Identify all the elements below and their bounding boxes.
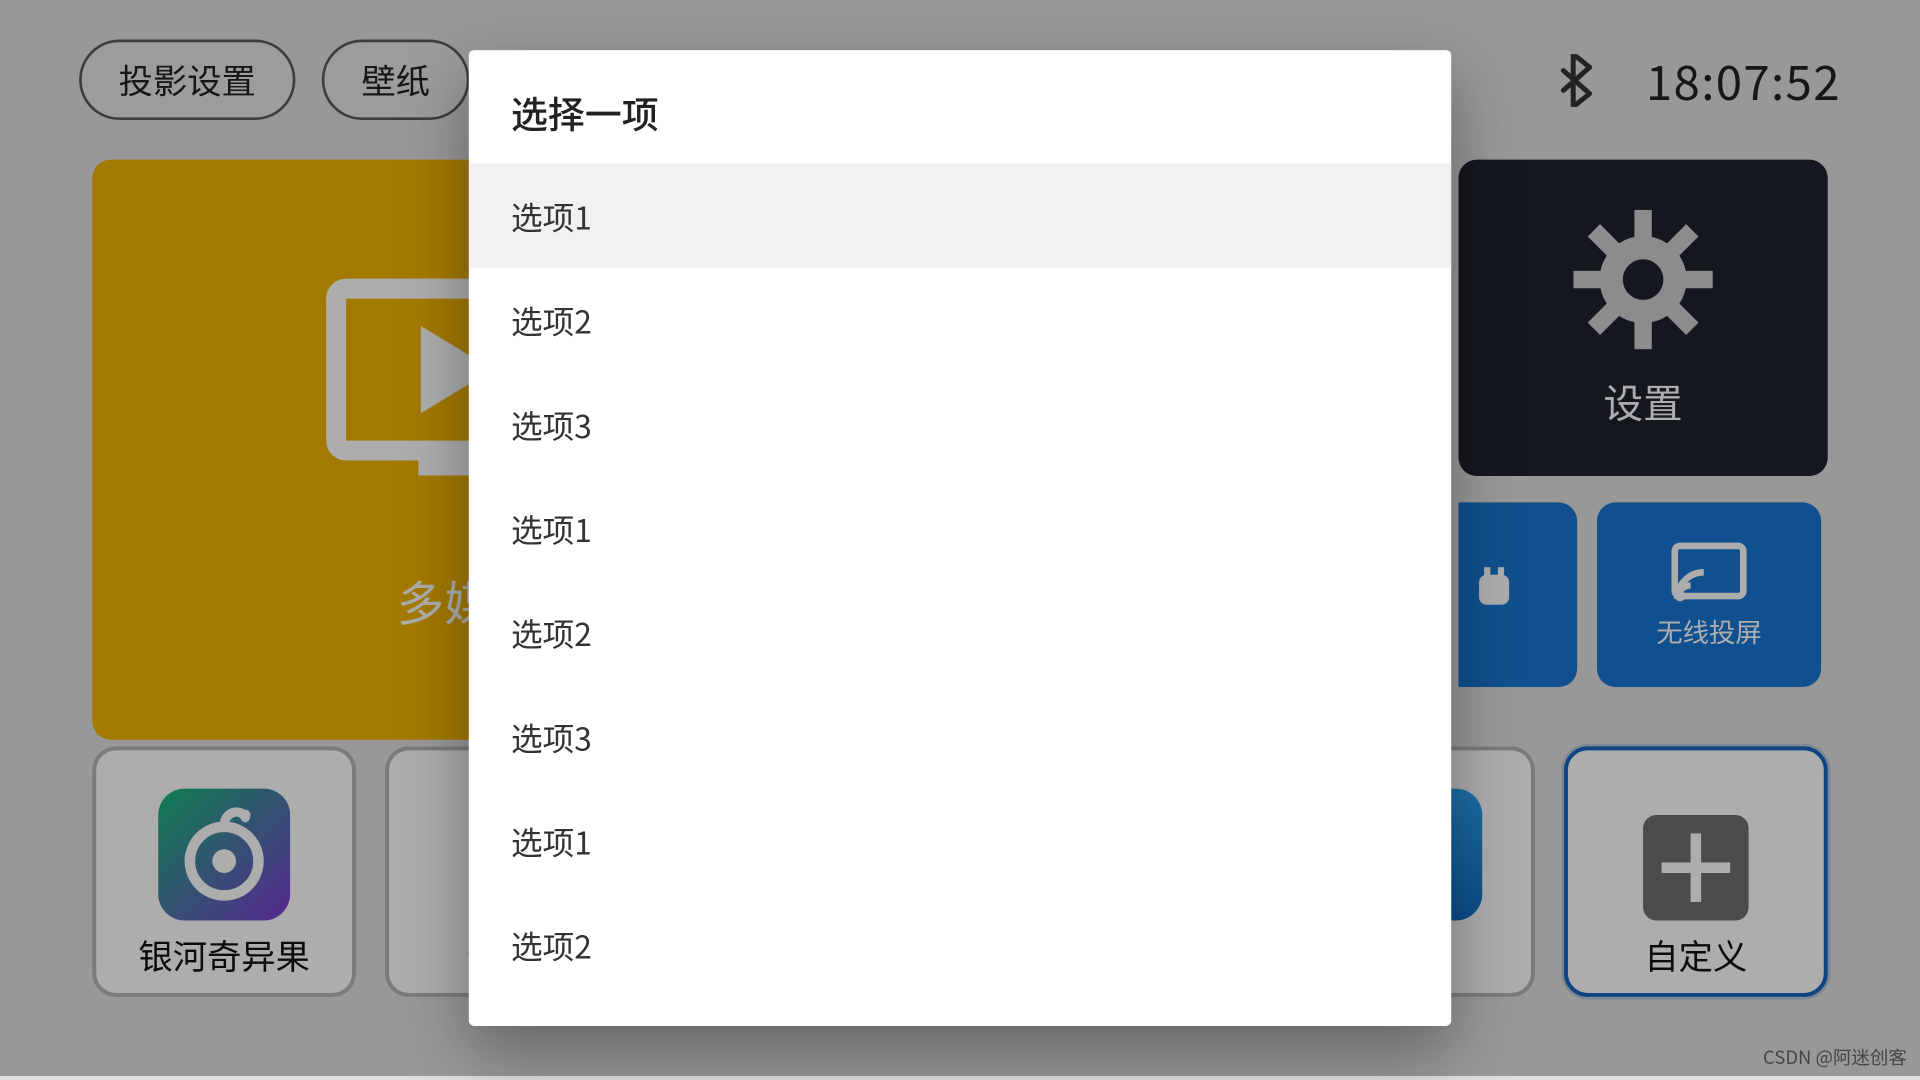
dialog-item[interactable]: 选项2 (469, 580, 1451, 684)
dialog-list[interactable]: 选项1 选项2 选项3 选项1 选项2 选项3 选项1 选项2 选项3 (469, 164, 1451, 1026)
dialog-title: 选择一项 (469, 50, 1451, 163)
dialog-item[interactable]: 选项3 (469, 997, 1451, 1026)
dialog-item[interactable]: 选项2 (469, 893, 1451, 997)
select-dialog: 选择一项 选项1 选项2 选项3 选项1 选项2 选项3 选项1 选项2 选项3 (469, 50, 1451, 1026)
dialog-item[interactable]: 选项3 (469, 684, 1451, 788)
dialog-item[interactable]: 选项2 (469, 268, 1451, 372)
dialog-item[interactable]: 选项1 (469, 789, 1451, 893)
dialog-item[interactable]: 选项1 (469, 476, 1451, 580)
dialog-item[interactable]: 选项1 (469, 164, 1451, 268)
dialog-item[interactable]: 选项3 (469, 372, 1451, 476)
